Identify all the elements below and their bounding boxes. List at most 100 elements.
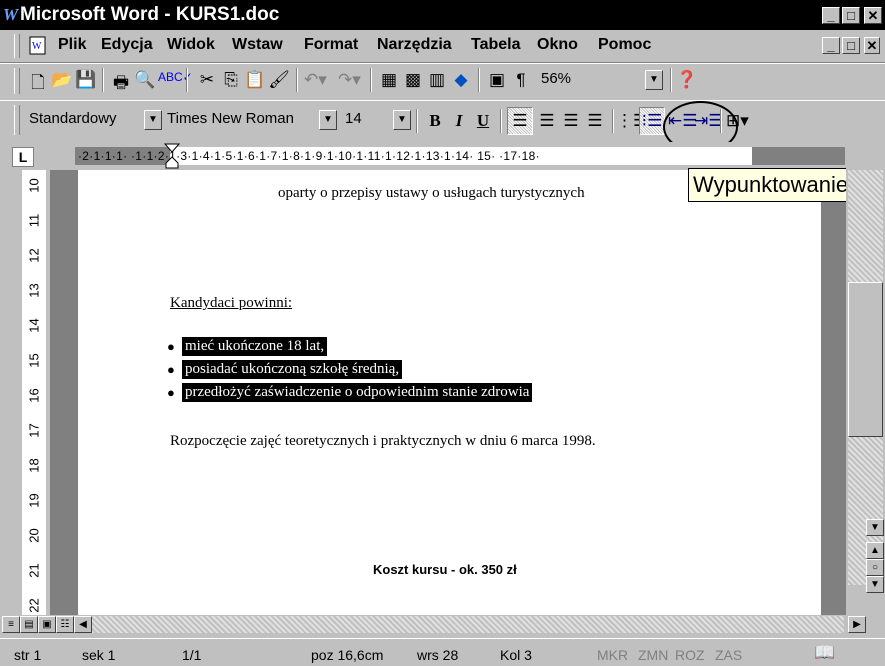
- menu-wstaw[interactable]: Wstaw: [232, 36, 283, 54]
- doc-close-button[interactable]: ✕: [864, 37, 880, 54]
- status-zmn[interactable]: ZMN: [638, 647, 668, 663]
- minimize-button[interactable]: _: [822, 7, 840, 24]
- spelling-icon[interactable]: ABC✓: [158, 70, 193, 84]
- zoom-field[interactable]: 56%: [538, 69, 638, 91]
- vruler-label: 17: [26, 423, 42, 438]
- menu-edycja[interactable]: Edycja: [101, 36, 153, 54]
- menu-format[interactable]: Format: [304, 36, 358, 54]
- numbering-icon[interactable]: ⋮☰: [616, 111, 648, 131]
- print-preview-icon[interactable]: 🔍: [134, 70, 156, 90]
- open-folder-icon[interactable]: 📂: [51, 70, 73, 90]
- zoom-dropdown[interactable]: ▼: [645, 70, 663, 90]
- indent-marker-icon[interactable]: [164, 142, 180, 170]
- columns-icon[interactable]: ▥: [426, 70, 448, 90]
- doc-minimize-button[interactable]: _: [822, 37, 840, 54]
- font-size-field[interactable]: 14: [342, 109, 390, 131]
- show-hide-icon[interactable]: ¶: [510, 70, 532, 90]
- menu-pomoc[interactable]: Pomoc: [598, 36, 651, 54]
- italic-button[interactable]: I: [448, 111, 470, 131]
- underline-button[interactable]: U: [472, 111, 494, 131]
- word-app-icon[interactable]: W: [3, 5, 18, 25]
- menu-narzedzia[interactable]: Narzędzia: [377, 36, 452, 54]
- save-icon[interactable]: 💾: [75, 70, 97, 90]
- tab-selector[interactable]: L: [12, 147, 34, 167]
- menu-bar: W Plik Edycja Widok Wstaw Format Narzędz…: [0, 30, 885, 63]
- align-center-icon[interactable]: ☰: [536, 111, 558, 131]
- separator: [500, 109, 502, 133]
- document-page[interactable]: oparty o przepisy ustawy o usługach tury…: [78, 170, 821, 615]
- bullet-item: posiadać ukończoną szkołę średnią,: [182, 360, 403, 379]
- doc-restore-button[interactable]: □: [842, 37, 860, 54]
- align-left-icon[interactable]: ☰: [509, 111, 531, 131]
- separator: [296, 68, 298, 92]
- toolbar-grip: [14, 105, 20, 135]
- status-roz[interactable]: ROZ: [675, 647, 705, 663]
- style-field[interactable]: Standardowy: [26, 109, 144, 131]
- align-right-icon[interactable]: ☰: [560, 111, 582, 131]
- scroll-thumb[interactable]: [848, 282, 883, 437]
- maximize-button[interactable]: □: [842, 7, 860, 24]
- menu-grip: [14, 34, 20, 58]
- status-zas[interactable]: ZAS: [715, 647, 742, 663]
- scroll-left-icon[interactable]: ◀: [74, 616, 92, 633]
- normal-view-icon[interactable]: ≡: [2, 616, 20, 633]
- title-bar: W Microsoft Word - KURS1.doc _ □ ✕: [0, 0, 885, 30]
- print-icon[interactable]: 🖶: [110, 70, 132, 99]
- hscroll-track[interactable]: [92, 616, 844, 633]
- bullets-icon[interactable]: ⁝☰: [641, 111, 663, 131]
- menu-okno[interactable]: Okno: [537, 36, 578, 54]
- next-page-icon[interactable]: ▼: [866, 576, 884, 593]
- vertical-scrollbar[interactable]: ▼ ▲ ○ ▼: [846, 142, 885, 615]
- ruler-margin-right: [752, 147, 845, 165]
- menu-tabela[interactable]: Tabela: [471, 36, 521, 54]
- status-page: str 1: [14, 647, 42, 663]
- spelling-status-icon[interactable]: 📖: [814, 643, 835, 663]
- outline-view-icon[interactable]: ☷: [56, 616, 74, 633]
- status-mkr[interactable]: MKR: [597, 647, 628, 663]
- justify-icon[interactable]: ☰: [584, 111, 606, 131]
- font-field[interactable]: Times New Roman: [164, 109, 314, 131]
- svg-text:W: W: [32, 41, 42, 52]
- page-layout-view-icon[interactable]: ▣: [38, 616, 56, 633]
- status-line: wrs 28: [417, 647, 459, 663]
- status-pages: 1/1: [182, 647, 202, 663]
- document-map-icon[interactable]: ▣: [486, 70, 508, 90]
- status-column: Kol 3: [500, 647, 532, 663]
- close-button[interactable]: ✕: [864, 7, 882, 24]
- undo-icon[interactable]: ↶▾: [304, 70, 327, 90]
- ruler-ticks: ·2·1·1·1· ·1·1·2·1·3·1·4·1·5·1·6·1·7·1·8…: [78, 149, 540, 163]
- vruler-label: 19: [26, 493, 42, 508]
- font-size-dropdown[interactable]: ▼: [393, 110, 411, 130]
- bold-button[interactable]: B: [424, 111, 446, 131]
- document-icon[interactable]: W: [28, 36, 50, 56]
- format-painter-icon[interactable]: 🖌: [268, 70, 290, 90]
- vruler-label: 12: [26, 248, 42, 263]
- drawing-icon[interactable]: ◆: [450, 70, 472, 90]
- insert-table-icon[interactable]: ▦: [378, 70, 400, 90]
- menu-widok[interactable]: Widok: [167, 36, 215, 54]
- style-dropdown[interactable]: ▼: [144, 110, 162, 130]
- separator: [416, 109, 418, 133]
- menu-plik[interactable]: Plik: [58, 36, 86, 54]
- vruler-label: 10: [26, 178, 42, 193]
- toolbar-grip: [14, 68, 20, 94]
- cut-icon[interactable]: ✂: [196, 70, 218, 90]
- status-bar: str 1 sek 1 1/1 poz 16,6cm wrs 28 Kol 3 …: [0, 638, 885, 666]
- office-assistant-icon[interactable]: ❓: [676, 70, 698, 90]
- scroll-down-icon[interactable]: ▼: [866, 519, 884, 536]
- paste-icon[interactable]: 📋: [244, 70, 266, 90]
- redo-icon[interactable]: ↷▾: [338, 70, 361, 90]
- select-browse-icon[interactable]: ○: [866, 559, 884, 576]
- horizontal-scrollbar[interactable]: ≡ ▤ ▣ ☷ ◀ ▶: [0, 615, 885, 635]
- font-dropdown[interactable]: ▼: [319, 110, 337, 130]
- vruler-label: 13: [26, 283, 42, 298]
- separator: [670, 68, 672, 92]
- scroll-right-icon[interactable]: ▶: [848, 616, 866, 633]
- new-document-icon[interactable]: 🗋: [27, 70, 49, 99]
- standard-toolbar: 🗋 📂 💾 🖶 🔍 ABC✓ ✂ ⎘ 📋 🖌 ↶▾ ↷▾ ▦ ▩ ▥ ◆ ▣ ¶…: [0, 63, 885, 101]
- insert-excel-icon[interactable]: ▩: [402, 70, 424, 90]
- copy-icon[interactable]: ⎘: [220, 70, 242, 90]
- bullet-glyph: ●: [167, 339, 175, 354]
- prev-page-icon[interactable]: ▲: [866, 542, 884, 559]
- online-view-icon[interactable]: ▤: [20, 616, 38, 633]
